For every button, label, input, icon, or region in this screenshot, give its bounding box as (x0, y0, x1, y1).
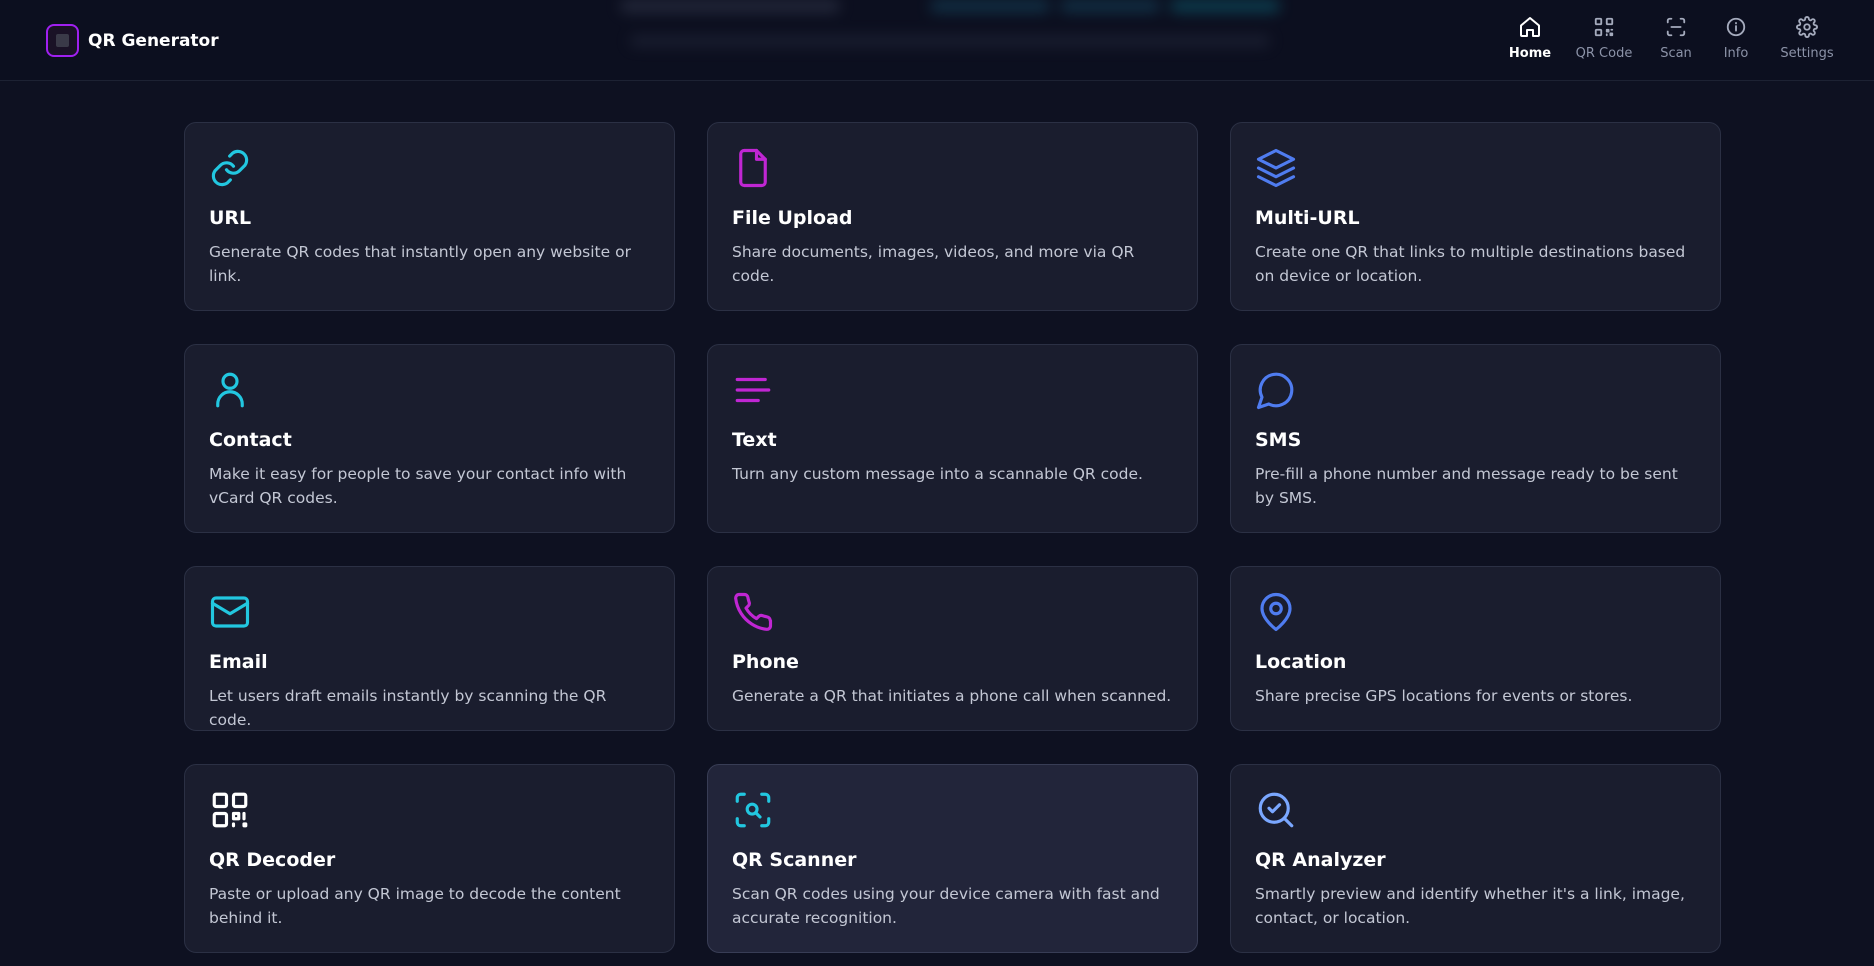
card-url[interactable]: URL Generate QR codes that instantly ope… (184, 122, 675, 311)
nav-settings-label: Settings (1780, 46, 1834, 61)
link-icon (211, 149, 249, 187)
gear-icon (1794, 14, 1820, 40)
card-email[interactable]: Email Let users draft emails instantly b… (184, 566, 675, 731)
scan-search-icon (735, 792, 771, 828)
card-description: Turn any custom message into a scannable… (732, 465, 1143, 483)
nav-scan-label: Scan (1660, 46, 1692, 61)
nav-home-label: Home (1508, 46, 1552, 61)
top-bar: QR Generator Home QR Code Scan Info Sett… (0, 0, 1874, 81)
card-title: Multi-URL (1255, 207, 1360, 229)
nav-home[interactable]: Home (1496, 14, 1564, 61)
card-qr-analyzer[interactable]: QR Analyzer Smartly preview and identify… (1230, 764, 1721, 953)
card-sms[interactable]: SMS Pre-fill a phone number and message … (1230, 344, 1721, 533)
card-description: Generate a QR that initiates a phone cal… (732, 687, 1172, 705)
card-description: Share precise GPS locations for events o… (1255, 687, 1633, 705)
card-description: Scan QR codes using your device camera w… (732, 885, 1160, 927)
nav-scan[interactable]: Scan (1644, 14, 1708, 61)
message-bubble-icon (1256, 372, 1294, 410)
home-icon (1517, 14, 1543, 40)
app-title: QR Generator (88, 30, 219, 51)
layers-icon (1256, 148, 1296, 188)
card-title: Phone (732, 651, 799, 673)
card-qr-scanner[interactable]: QR Scanner Scan QR codes using your devi… (707, 764, 1198, 953)
app-logo-icon (46, 24, 79, 57)
main-nav: Home QR Code Scan Info Settings (1496, 14, 1850, 61)
user-icon (216, 372, 244, 408)
card-description: Share documents, images, videos, and mor… (732, 243, 1135, 285)
card-title: URL (209, 207, 252, 229)
card-title: Email (209, 651, 268, 673)
scan-icon (1663, 14, 1689, 40)
card-title: QR Decoder (209, 849, 336, 871)
card-location[interactable]: Location Share precise GPS locations for… (1230, 566, 1721, 731)
nav-qr-code[interactable]: QR Code (1564, 14, 1644, 61)
card-description: Pre-fill a phone number and message read… (1255, 465, 1678, 507)
nav-info-label: Info (1723, 46, 1749, 61)
file-icon (739, 148, 767, 188)
card-description: Let users draft emails instantly by scan… (209, 687, 607, 729)
card-contact[interactable]: Contact Make it easy for people to save … (184, 344, 675, 533)
phone-icon (734, 592, 773, 631)
card-qr-decoder[interactable]: QR Decoder Paste or upload any QR image … (184, 764, 675, 953)
card-description: Paste or upload any QR image to decode t… (209, 885, 621, 927)
card-phone[interactable]: Phone Generate a QR that initiates a pho… (707, 566, 1198, 731)
text-lines-icon (735, 377, 771, 403)
card-multi-url[interactable]: Multi-URL Create one QR that links to mu… (1230, 122, 1721, 311)
search-check-icon (1258, 792, 1294, 828)
card-title: Contact (209, 429, 292, 451)
qr-code-icon (1591, 14, 1617, 40)
card-description: Generate QR codes that instantly open an… (209, 243, 631, 285)
card-title: Location (1255, 651, 1347, 673)
info-icon (1723, 14, 1749, 40)
card-title: QR Analyzer (1255, 849, 1386, 871)
card-description: Smartly preview and identify whether it'… (1255, 885, 1685, 927)
map-pin-icon (1260, 593, 1292, 632)
card-text[interactable]: Text Turn any custom message into a scan… (707, 344, 1198, 533)
card-description: Create one QR that links to multiple des… (1255, 243, 1686, 285)
card-title: SMS (1255, 429, 1302, 451)
qr-type-grid: URL Generate QR codes that instantly ope… (184, 122, 1721, 953)
nav-info[interactable]: Info (1708, 14, 1764, 61)
nav-settings[interactable]: Settings (1764, 14, 1850, 61)
qr-code-icon (212, 792, 248, 828)
card-title: QR Scanner (732, 849, 857, 871)
card-title: File Upload (732, 207, 853, 229)
card-file-upload[interactable]: File Upload Share documents, images, vid… (707, 122, 1198, 311)
blurred-backdrop (610, 0, 1290, 60)
brand[interactable]: QR Generator (46, 24, 219, 57)
mail-icon (210, 596, 250, 628)
nav-qr-code-label: QR Code (1575, 46, 1633, 61)
card-title: Text (732, 429, 777, 451)
card-description: Make it easy for people to save your con… (209, 465, 627, 507)
